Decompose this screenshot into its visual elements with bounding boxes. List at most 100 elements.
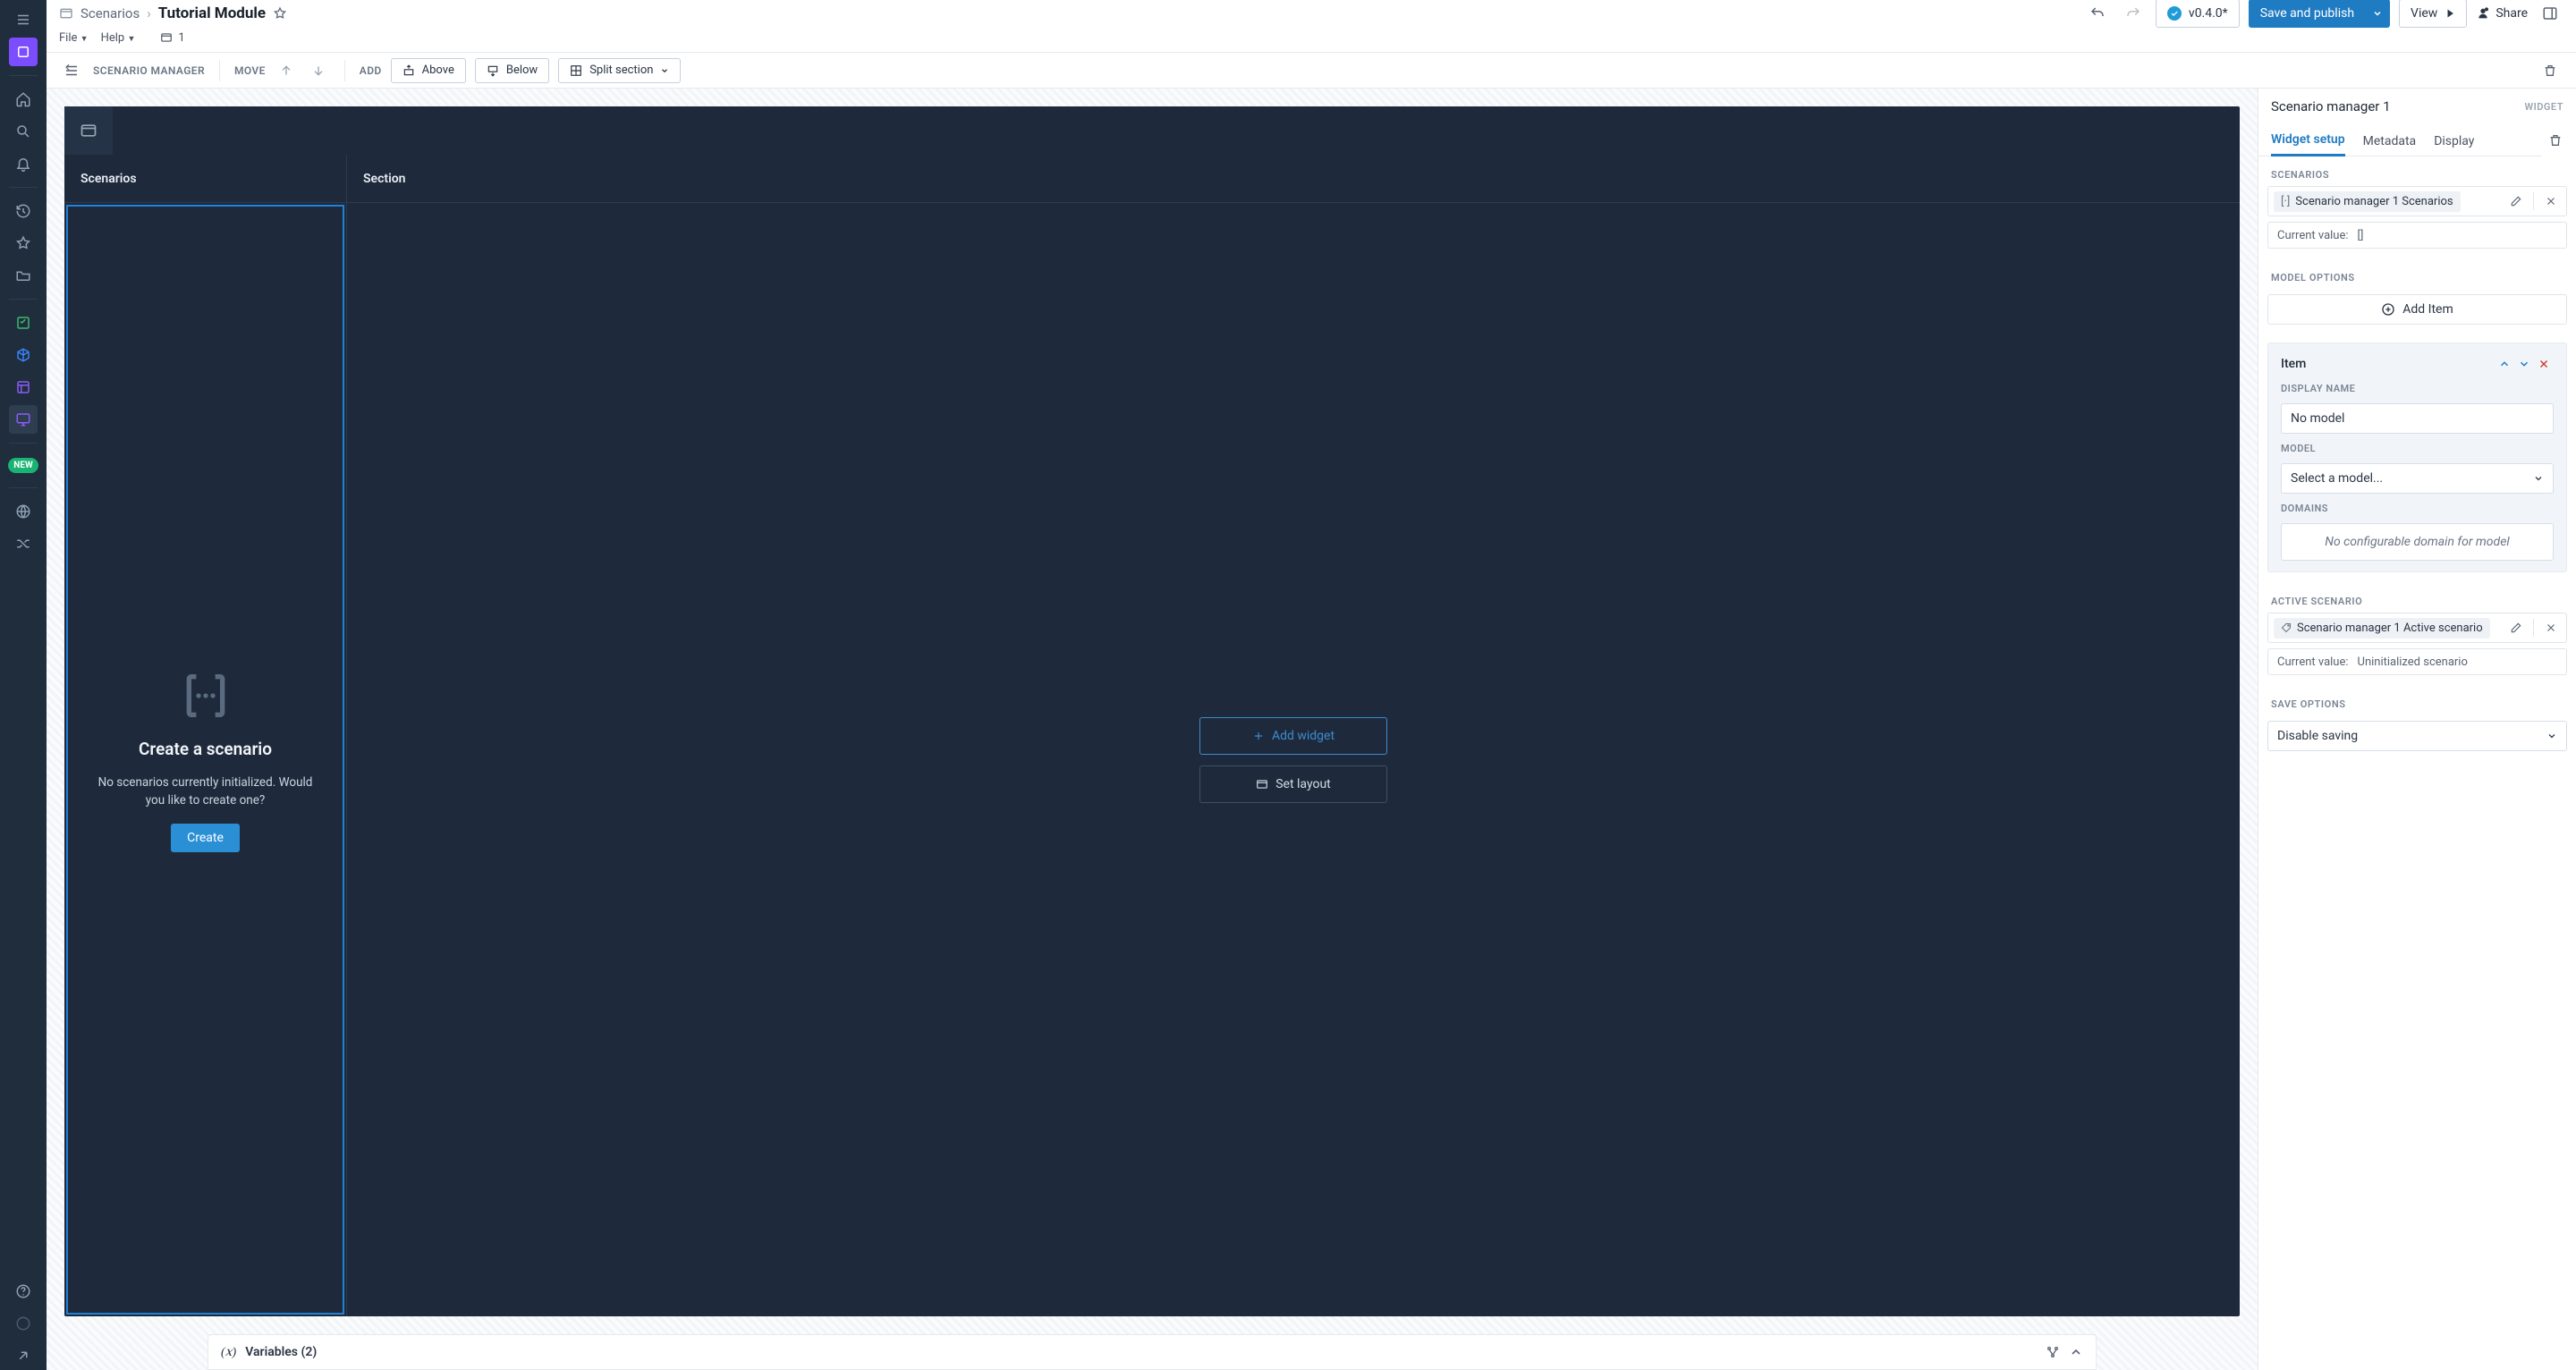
active-scenario-label: ACTIVE SCENARIO [2258,583,2576,613]
model-options-label: MODEL OPTIONS [2258,259,2576,289]
active-binding-row: Scenario manager 1 Active scenario [2267,613,2567,643]
tab-metadata[interactable]: Metadata [2363,134,2417,156]
section-column-header: Section [347,155,2240,203]
folder-icon[interactable] [9,261,38,290]
check-icon [2167,6,2182,21]
panel-title: Scenario manager 1 [2271,98,2391,114]
chevron-right-icon: › [147,5,151,21]
edit-icon[interactable] [2506,191,2526,211]
scenarios-current-value: Current value: [] [2267,222,2567,249]
panel-toggle-icon[interactable] [2537,0,2563,27]
delete-section-icon[interactable] [2537,57,2563,84]
external-icon[interactable] [9,1341,38,1370]
tab-display[interactable]: Display [2434,134,2474,156]
move-up-button[interactable] [275,59,298,82]
new-badge: NEW [8,458,38,473]
section-toolbar: SCENARIO MANAGER MOVE ADD Above Below Sp… [47,53,2576,89]
right-panel: Scenario manager 1 WIDGET Widget setup M… [2258,89,2576,1370]
widget-canvas: Scenarios Create a scenario No scenarios… [64,106,2240,1316]
window-icon [59,6,73,21]
star-icon[interactable] [9,229,38,258]
split-section-button[interactable]: Split section [558,58,681,83]
display-name-label: DISPLAY NAME [2281,383,2554,394]
add-below-button[interactable]: Below [475,58,549,83]
avatar-icon[interactable] [9,1309,38,1338]
active-chip[interactable]: Scenario manager 1 Active scenario [2274,618,2490,638]
save-publish-button[interactable]: Save and publish [2249,0,2365,28]
search-icon[interactable] [9,117,38,146]
add-item-button[interactable]: Add Item [2267,294,2567,325]
share-button[interactable]: Share [2476,6,2528,21]
checklist-icon[interactable] [9,309,38,337]
domains-label: DOMAINS [2281,503,2554,514]
shuffle-icon[interactable] [9,529,38,558]
display-name-input[interactable] [2281,403,2554,434]
tab-widget-setup[interactable]: Widget setup [2271,132,2345,156]
layout-icon[interactable] [9,373,38,402]
scenario-manager-label: SCENARIO MANAGER [93,64,205,77]
tab-indicator[interactable]: 1 [160,31,184,45]
empty-body: No scenarios currently initialized. Woul… [89,774,322,810]
model-label: MODEL [2281,443,2554,454]
tag-icon [2281,622,2292,633]
brackets-small-icon: [·] [2281,195,2290,208]
scenarios-column-header: Scenarios [64,155,346,203]
item-title: Item [2281,357,2495,371]
help-icon[interactable] [9,1277,38,1306]
monitor-icon[interactable] [9,405,38,434]
scenario-empty-state: Create a scenario No scenarios currently… [66,205,344,1315]
redo-button[interactable] [2120,0,2147,27]
add-widget-button[interactable]: Add widget [1199,717,1387,755]
bell-icon[interactable] [9,149,38,178]
variables-icon: (𝑥) [221,1345,236,1360]
variables-bar[interactable]: (𝑥) Variables (2) [208,1334,2097,1370]
delete-widget-icon[interactable] [2542,127,2569,154]
chevron-up-icon[interactable] [2069,1345,2083,1359]
move-down-button[interactable] [307,59,330,82]
active-current-value: Current value: Uninitialized scenario [2267,648,2567,675]
item-move-up-icon[interactable] [2495,354,2514,374]
breadcrumb-root[interactable]: Scenarios [80,5,140,21]
close-icon[interactable] [2541,191,2561,211]
set-layout-button[interactable]: Set layout [1199,765,1387,803]
domains-empty: No configurable domain for model [2281,523,2554,561]
home-icon[interactable] [9,85,38,114]
undo-button[interactable] [2084,0,2111,27]
menu-icon[interactable] [9,5,38,34]
model-item-card: Item DISPLAY NAME MODEL Select a model..… [2267,342,2567,572]
cube-icon[interactable] [9,341,38,369]
globe-icon[interactable] [9,497,38,526]
version-button[interactable]: v0.4.0* [2156,0,2240,28]
collapse-sidebar-icon[interactable] [59,58,84,83]
empty-title: Create a scenario [139,739,272,759]
left-rail: NEW [0,0,47,1370]
scenarios-section-label: SCENARIOS [2258,156,2576,186]
history-icon[interactable] [9,197,38,225]
save-publish-dropdown[interactable] [2365,0,2390,28]
close-icon[interactable] [2541,618,2561,638]
move-label: MOVE [234,64,266,77]
item-delete-icon[interactable] [2534,354,2554,374]
scenarios-binding-row: [·] Scenario manager 1 Scenarios [2267,186,2567,216]
branch-icon[interactable] [2046,1345,2060,1359]
scenarios-chip[interactable]: [·] Scenario manager 1 Scenarios [2274,191,2461,212]
header: Scenarios › Tutorial Module v0.4.0* Save… [47,0,2576,53]
edit-icon[interactable] [2506,618,2526,638]
add-above-button[interactable]: Above [391,58,466,83]
widget-type-icon [64,106,113,155]
app-logo-icon[interactable] [9,38,38,66]
model-select[interactable]: Select a model... [2281,463,2554,494]
create-button[interactable]: Create [171,824,240,852]
save-options-label: SAVE OPTIONS [2258,686,2576,715]
panel-subtitle: WIDGET [2524,101,2563,113]
view-button[interactable]: View [2399,0,2467,28]
add-label: ADD [360,64,382,77]
help-menu[interactable]: Help ▼ [101,31,136,45]
save-options-select[interactable]: Disable saving [2267,721,2567,751]
brackets-icon [177,667,234,724]
item-move-down-icon[interactable] [2514,354,2534,374]
file-menu[interactable]: File ▼ [59,31,89,45]
favorite-star-icon[interactable] [273,6,287,21]
breadcrumb-current: Tutorial Module [158,4,266,22]
variables-label: Variables (2) [245,1345,317,1359]
